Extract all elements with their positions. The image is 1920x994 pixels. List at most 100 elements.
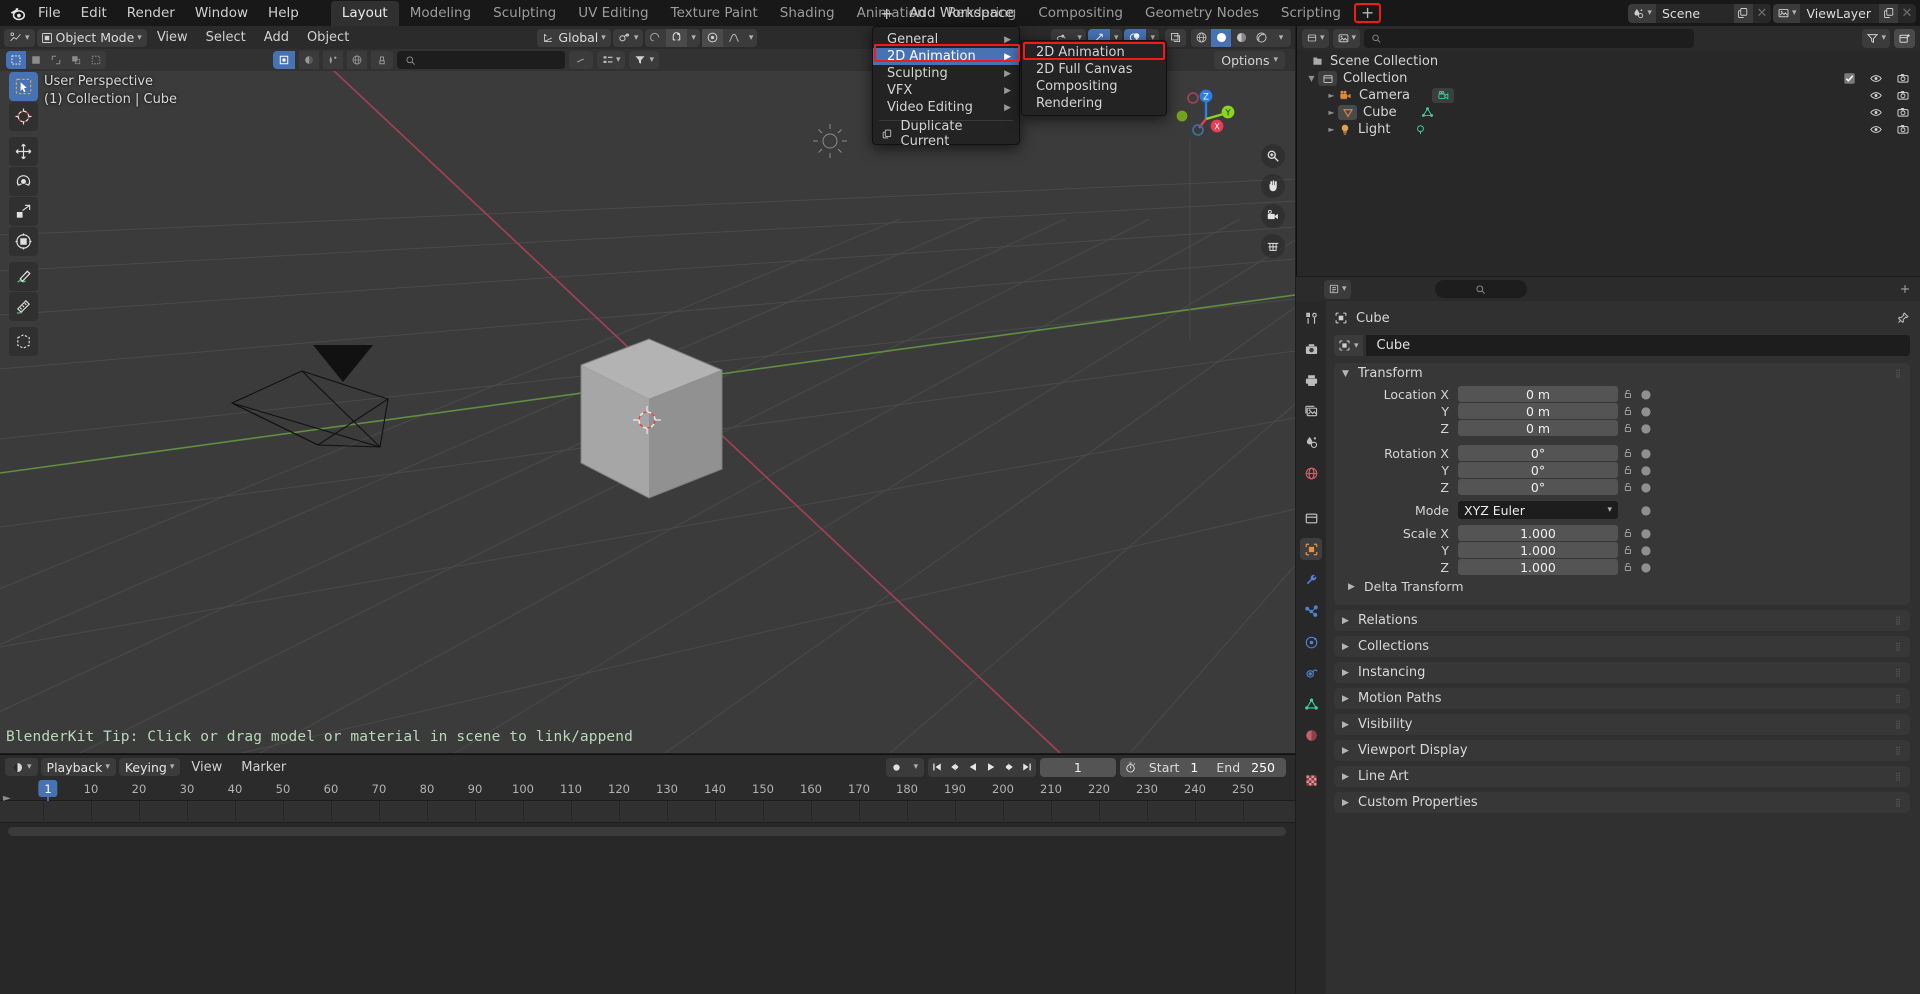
- value-rotation-x[interactable]: 0°: [1458, 445, 1618, 461]
- new-scene-icon[interactable]: [1734, 4, 1753, 23]
- outliner-filter-button[interactable]: ▾: [1862, 29, 1890, 48]
- value-rotation-mode[interactable]: XYZ Euler ▾: [1458, 501, 1618, 519]
- pan-hand-icon[interactable]: [1261, 174, 1285, 198]
- lock-icon[interactable]: [1618, 544, 1638, 556]
- workspace-tab-uv-editing[interactable]: UV Editing: [567, 1, 659, 26]
- value-location-z[interactable]: 0 m: [1458, 420, 1618, 436]
- animate-dot-icon[interactable]: ●: [1638, 387, 1654, 401]
- render-tab[interactable]: [1300, 338, 1322, 360]
- editor-type-selector[interactable]: ▾: [4, 29, 35, 47]
- new-collection-button[interactable]: [1894, 29, 1915, 48]
- measure-tool[interactable]: [9, 292, 38, 321]
- snap-dropdown[interactable]: ▾: [687, 29, 700, 47]
- workspace-tab-geometry-nodes[interactable]: Geometry Nodes: [1134, 1, 1270, 26]
- remove-viewlayer-icon[interactable]: ✕: [1898, 4, 1916, 23]
- instancing-panel[interactable]: ▶ Instancing ⣿: [1334, 662, 1910, 683]
- end-frame-value[interactable]: 250: [1247, 760, 1286, 775]
- properties-editor-type[interactable]: ▾: [1324, 280, 1351, 299]
- value-scale-z[interactable]: 1.000: [1458, 559, 1618, 575]
- lock-icon[interactable]: [1618, 481, 1638, 493]
- world-tab[interactable]: [1300, 462, 1322, 484]
- select-difference-icon[interactable]: [86, 51, 106, 69]
- tweak-select-box-tool[interactable]: [9, 72, 38, 101]
- checkbox-icon[interactable]: [1843, 72, 1856, 85]
- value-rotation-z[interactable]: 0°: [1458, 479, 1618, 495]
- play-icon[interactable]: [982, 758, 1000, 777]
- workspace-tab-layout[interactable]: Layout: [331, 1, 399, 26]
- value-location-x[interactable]: 0 m: [1458, 386, 1618, 402]
- camera-render-icon[interactable]: [1896, 123, 1910, 136]
- select-box-icon[interactable]: [6, 51, 26, 69]
- timeline-marker-menu[interactable]: Marker: [233, 758, 294, 776]
- viewlayer-icon[interactable]: ▾: [1773, 4, 1801, 23]
- menu-item-video-editing[interactable]: Video Editing ▶: [873, 99, 1019, 116]
- properties-search-input[interactable]: [1435, 280, 1527, 298]
- animate-dot-icon[interactable]: ●: [1638, 560, 1654, 574]
- sort-alpha-icon[interactable]: [569, 51, 593, 69]
- material-tab[interactable]: [1300, 724, 1322, 746]
- camera-icon[interactable]: [1261, 204, 1285, 228]
- animate-dot-icon[interactable]: ●: [1638, 463, 1654, 477]
- ortho-persp-grid-icon[interactable]: [1261, 234, 1285, 258]
- workspace-tab-texture-paint[interactable]: Texture Paint: [660, 1, 769, 26]
- scene-icon[interactable]: ▾: [1628, 4, 1656, 23]
- delta-transform-subpanel[interactable]: ▶ Delta Transform: [1334, 576, 1910, 599]
- submenu-item-2d-full-canvas[interactable]: 2D Full Canvas: [1022, 61, 1166, 78]
- auto-keying-group[interactable]: ▾: [886, 758, 924, 777]
- menu-item-duplicate-current[interactable]: Duplicate Current: [873, 125, 1019, 142]
- eye-icon[interactable]: [1869, 72, 1883, 85]
- magnet-icon[interactable]: [666, 29, 687, 47]
- light-data-icon[interactable]: [1414, 123, 1427, 136]
- next-keyframe-icon[interactable]: [1000, 758, 1018, 777]
- output-tab[interactable]: [1300, 369, 1322, 391]
- lock-icon[interactable]: [1618, 561, 1638, 573]
- play-reverse-icon[interactable]: [964, 758, 982, 777]
- record-icon[interactable]: [886, 758, 908, 777]
- object-type-mesh-icon[interactable]: [299, 51, 319, 69]
- collections-panel[interactable]: ▶ Collections ⣿: [1334, 636, 1910, 657]
- transform-panel-header[interactable]: ▼ Transform ⣿: [1334, 363, 1910, 384]
- workspace-tab-modeling[interactable]: Modeling: [399, 1, 482, 26]
- shading-solid[interactable]: [1211, 29, 1231, 47]
- scene-name[interactable]: Scene: [1656, 6, 1734, 21]
- outliner-row-light[interactable]: ► Light: [1297, 121, 1920, 138]
- constraints-tab[interactable]: [1300, 662, 1322, 684]
- timeline-keying-menu[interactable]: Keying ▾: [119, 758, 181, 776]
- physics-tab[interactable]: [1300, 631, 1322, 653]
- prev-keyframe-icon[interactable]: [946, 758, 964, 777]
- 3d-viewport[interactable]: ▾ Object Mode ▾ View Select Add Object G…: [0, 26, 1295, 753]
- eye-icon[interactable]: [1869, 89, 1883, 102]
- relations-panel[interactable]: ▶ Relations ⣿: [1334, 610, 1910, 631]
- outliner-row-camera[interactable]: ► Camera: [1297, 87, 1920, 104]
- viewport-menu-view[interactable]: View: [149, 30, 196, 45]
- viewport-menu-object[interactable]: Object: [299, 30, 357, 45]
- scale-tool[interactable]: [9, 197, 38, 226]
- shading-rendered[interactable]: [1251, 29, 1271, 47]
- outliner-row-collection[interactable]: ▼ Collection: [1297, 70, 1920, 87]
- shading-material-preview[interactable]: [1231, 29, 1251, 47]
- proportional-edit-icon[interactable]: [645, 29, 666, 47]
- outliner-row-cube[interactable]: ► Cube: [1297, 104, 1920, 121]
- object-type-world-icon[interactable]: [347, 51, 367, 69]
- value-location-y[interactable]: 0 m: [1458, 403, 1618, 419]
- cursor-tool[interactable]: [9, 102, 38, 131]
- eye-icon[interactable]: [1869, 123, 1883, 136]
- navigation-gizmo[interactable]: Z Y X: [1173, 86, 1239, 152]
- animate-dot-icon[interactable]: ●: [1638, 543, 1654, 557]
- animate-dot-icon[interactable]: ●: [1638, 526, 1654, 540]
- scene-tab[interactable]: [1300, 431, 1322, 453]
- disclosure-triangle-icon[interactable]: ►: [1325, 91, 1338, 100]
- menu-item-vfx[interactable]: VFX ▶: [873, 82, 1019, 99]
- menu-item-2d-animation[interactable]: 2D Animation ▶: [873, 48, 1019, 65]
- move-tool[interactable]: [9, 137, 38, 166]
- chevron-down-icon[interactable]: ▾: [908, 758, 924, 777]
- timeline-editor-type[interactable]: ▾: [5, 758, 38, 776]
- options-dropdown[interactable]: Options▾: [1214, 51, 1285, 69]
- disclosure-triangle-icon[interactable]: ▼: [1305, 74, 1318, 83]
- menu-item-general[interactable]: General ▶: [873, 31, 1019, 48]
- timeline-view-menu[interactable]: View: [183, 758, 230, 776]
- particles-tab[interactable]: [1300, 600, 1322, 622]
- motion-paths-panel[interactable]: ▶ Motion Paths ⣿: [1334, 688, 1910, 709]
- timeline-keyframe-area[interactable]: [0, 801, 1295, 823]
- object-mode-selector[interactable]: Object Mode ▾: [37, 29, 147, 47]
